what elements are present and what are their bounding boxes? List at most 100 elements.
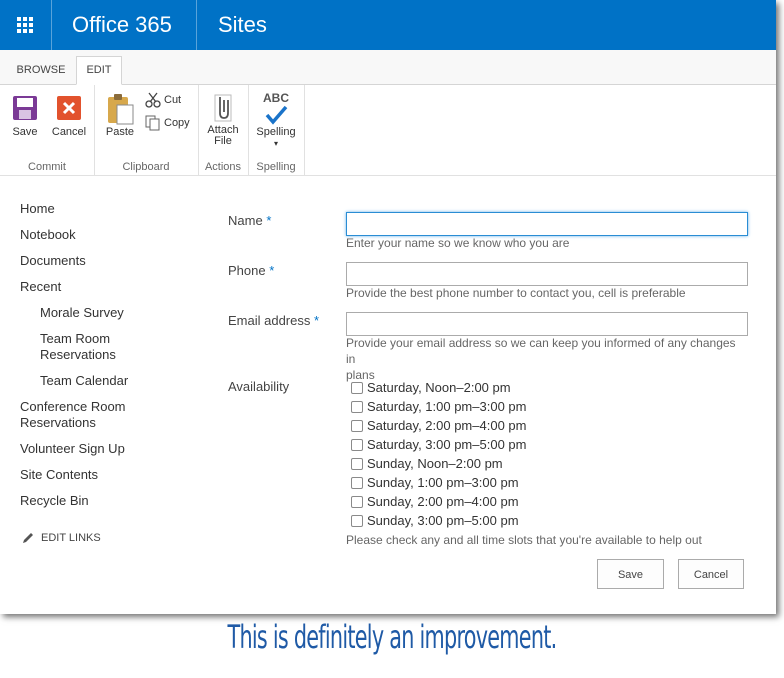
attach-label-2: File [214, 135, 232, 147]
slot-checkbox[interactable] [351, 457, 363, 470]
app-launcher-icon [17, 17, 33, 33]
slot-label: Sunday, 1:00 pm–3:00 pm [367, 475, 519, 490]
nav-team-room-reservations[interactable]: Team Room Reservations [20, 331, 150, 363]
group-clipboard: Paste Cut Copy Clipboard [94, 85, 199, 175]
spelling-abc-text: ABC [263, 91, 289, 105]
paste-icon [108, 94, 134, 125]
app-launcher-button[interactable] [0, 0, 50, 50]
group-commit: Save Cancel Commit [0, 85, 95, 175]
availability-label: Availability [228, 379, 290, 394]
tab-edit[interactable]: EDIT [76, 56, 122, 85]
copy-button[interactable]: Copy [145, 115, 190, 131]
slot-label: Sunday, Noon–2:00 pm [367, 456, 503, 471]
name-label: Name * [228, 213, 271, 228]
slot-label: Saturday, 1:00 pm–3:00 pm [367, 399, 527, 414]
phone-required-mark: * [269, 263, 275, 278]
phone-hint: Provide the best phone number to contact… [346, 286, 686, 300]
slot-checkbox[interactable] [351, 514, 363, 527]
tab-browse[interactable]: BROWSE [12, 57, 70, 84]
slot-option[interactable]: Saturday, Noon–2:00 pm [351, 380, 511, 395]
copy-icon [145, 115, 160, 131]
slot-checkbox[interactable] [351, 419, 363, 432]
slot-label: Saturday, 3:00 pm–5:00 pm [367, 437, 527, 452]
cancel-ribbon-label: Cancel [51, 126, 87, 138]
save-icon [13, 96, 37, 120]
email-hint-line1: Provide your email address so we can kee… [346, 336, 736, 366]
nav-team-room-line1: Team Room [40, 331, 111, 346]
cancel-icon [57, 96, 81, 120]
group-spelling: ABC Spelling ▾ Spelling [248, 85, 305, 175]
caption-text: This is definitely an improvement. [227, 618, 558, 656]
nav-team-calendar[interactable]: Team Calendar [20, 373, 150, 389]
slot-option[interactable]: Saturday, 1:00 pm–3:00 pm [351, 399, 526, 414]
email-label: Email address * [228, 313, 319, 328]
slot-option[interactable]: Saturday, 3:00 pm–5:00 pm [351, 437, 526, 452]
slot-option[interactable]: Sunday, 3:00 pm–5:00 pm [351, 513, 519, 528]
nav-documents[interactable]: Documents [20, 253, 170, 269]
slot-checkbox[interactable] [351, 400, 363, 413]
slot-option[interactable]: Sunday, 1:00 pm–3:00 pm [351, 475, 519, 490]
save-ribbon-label: Save [12, 126, 38, 138]
spelling-label: Spelling [256, 126, 296, 138]
save-button[interactable]: Save [597, 559, 664, 589]
name-input[interactable] [346, 212, 748, 236]
group-commit-label: Commit [28, 161, 66, 173]
save-ribbon-button[interactable]: Save [7, 95, 43, 138]
name-hint: Enter your name so we know who you are [346, 236, 570, 250]
attach-file-button[interactable]: Attach File [205, 93, 241, 147]
email-hint: Provide your email address so we can kee… [346, 335, 746, 383]
group-actions-label: Actions [204, 161, 242, 173]
pencil-icon [23, 533, 33, 543]
nav-recent[interactable]: Recent [20, 279, 170, 295]
copy-label: Copy [164, 117, 190, 129]
spelling-check-icon [265, 105, 288, 125]
nav-home[interactable]: Home [20, 201, 170, 217]
nav-conference-line2: Reservations [20, 415, 96, 430]
cut-label: Cut [164, 94, 182, 106]
nav-team-room-line2: Reservations [40, 347, 116, 362]
suite-bar: Office 365 Sites [0, 0, 776, 50]
edit-links-label: EDIT LINKS [41, 532, 101, 544]
phone-input[interactable] [346, 262, 748, 286]
slot-option[interactable]: Sunday, Noon–2:00 pm [351, 456, 503, 471]
spelling-button[interactable]: ABC Spelling ▾ [254, 91, 298, 149]
phone-label-text: Phone [228, 263, 266, 278]
nav-volunteer-sign-up[interactable]: Volunteer Sign Up [20, 441, 170, 457]
slot-checkbox[interactable] [351, 495, 363, 508]
paste-label: Paste [105, 126, 135, 138]
group-spelling-label: Spelling [256, 161, 296, 173]
slot-checkbox[interactable] [351, 381, 363, 394]
slot-label: Saturday, Noon–2:00 pm [367, 380, 511, 395]
cancel-ribbon-button[interactable]: Cancel [50, 95, 88, 138]
sites-link[interactable]: Sites [196, 0, 288, 50]
nav-morale-survey[interactable]: Morale Survey [20, 305, 150, 321]
nav-notebook[interactable]: Notebook [20, 227, 170, 243]
name-label-text: Name [228, 213, 263, 228]
email-label-text: Email address [228, 313, 311, 328]
availability-hint: Please check any and all time slots that… [346, 533, 702, 547]
nav-conference-room-reservations[interactable]: Conference Room Reservations [20, 399, 170, 431]
group-actions: Attach File Actions [198, 85, 249, 175]
nav-site-contents[interactable]: Site Contents [20, 467, 170, 483]
paperclip-icon [214, 94, 232, 122]
cut-button[interactable]: Cut [145, 92, 181, 108]
office365-brand[interactable]: Office 365 [51, 0, 192, 50]
ribbon-tabs: BROWSE EDIT [0, 50, 776, 85]
slot-label: Saturday, 2:00 pm–4:00 pm [367, 418, 527, 433]
slot-option[interactable]: Sunday, 2:00 pm–4:00 pm [351, 494, 519, 509]
paste-button[interactable]: Paste [104, 93, 136, 138]
spelling-dropdown-icon: ▾ [273, 139, 278, 148]
email-required-mark: * [314, 313, 320, 328]
phone-label: Phone * [228, 263, 274, 278]
cancel-button[interactable]: Cancel [678, 559, 744, 589]
nav-recycle-bin[interactable]: Recycle Bin [20, 493, 170, 509]
sharepoint-window: Office 365 Sites BROWSE EDIT Save Cancel… [0, 0, 776, 614]
ribbon: Save Cancel Commit Paste Cut Copy Clipbo… [0, 85, 776, 176]
nav-conference-line1: Conference Room [20, 399, 126, 414]
slot-checkbox[interactable] [351, 438, 363, 451]
slot-checkbox[interactable] [351, 476, 363, 489]
slot-option[interactable]: Saturday, 2:00 pm–4:00 pm [351, 418, 526, 433]
edit-links-button[interactable]: EDIT LINKS [22, 532, 101, 544]
group-clipboard-label: Clipboard [122, 161, 170, 173]
email-input[interactable] [346, 312, 748, 336]
